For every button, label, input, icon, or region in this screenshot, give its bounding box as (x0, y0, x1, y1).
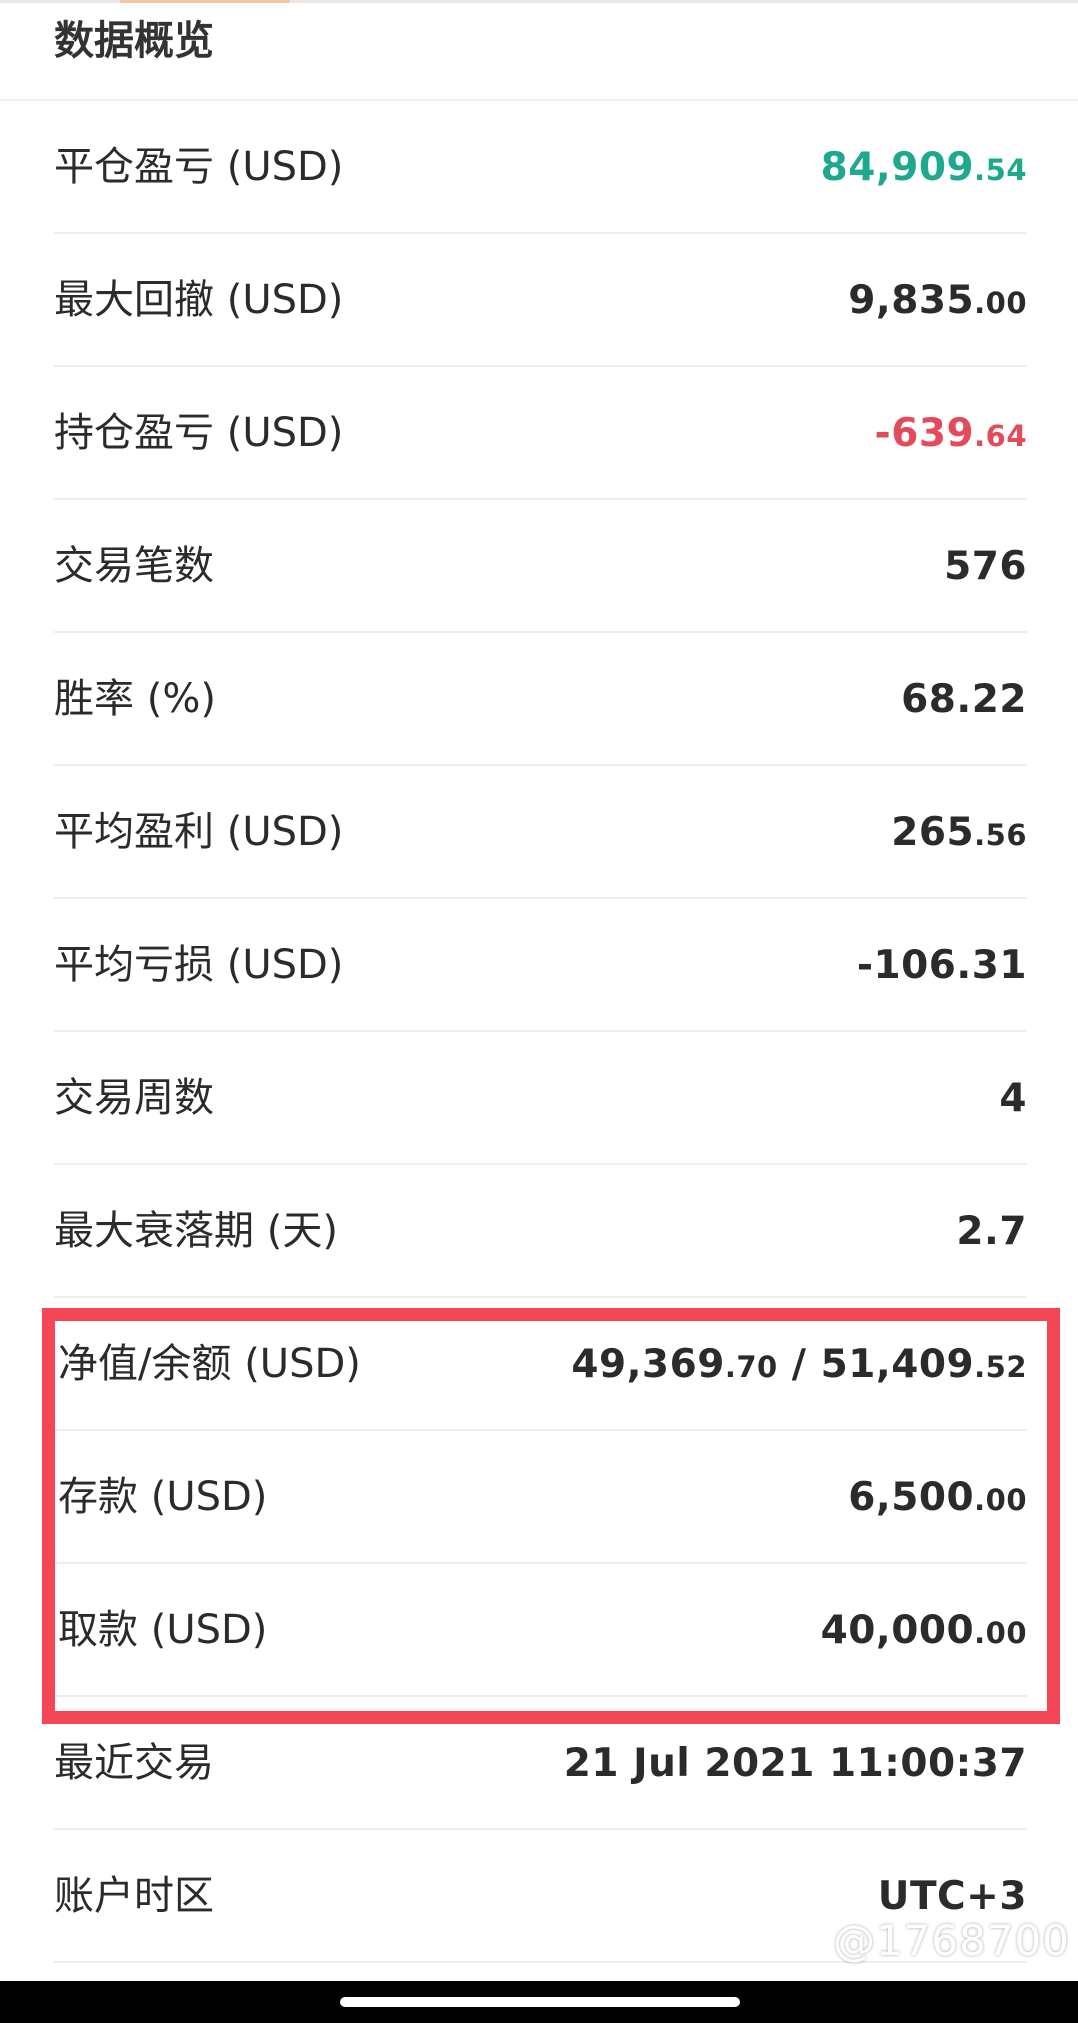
trade-weeks-value: 4 (999, 1076, 1027, 1121)
win-rate-value: 68.22 (901, 677, 1027, 722)
max-drawdown-label: 最大回撤 (USD) (54, 277, 344, 323)
withdrawal-value: 40,000.00 (820, 1608, 1027, 1653)
system-navigation-bar (0, 1981, 1078, 2023)
max-decline-period-value: 2.7 (956, 1209, 1027, 1254)
equity-balance-value: 49,369.70 / 51,409.52 (571, 1342, 1027, 1387)
row-avg-profit: 平均盈利 (USD) 265.56 (54, 766, 1027, 899)
closed-pnl-value: 84,909.54 (820, 145, 1027, 190)
row-trade-count: 交易笔数 576 (54, 500, 1027, 633)
row-max-decline-period: 最大衰落期 (天) 2.7 (54, 1165, 1027, 1298)
row-equity-balance: 净值/余额 (USD) 49,369.70 / 51,409.52 (54, 1298, 1027, 1431)
open-pnl-label: 持仓盈亏 (USD) (54, 410, 344, 456)
row-open-pnl: 持仓盈亏 (USD) -639.64 (54, 367, 1027, 500)
row-max-drawdown: 最大回撤 (USD) 9,835.00 (54, 234, 1027, 367)
deposit-label: 存款 (USD) (58, 1474, 268, 1520)
withdrawal-label: 取款 (USD) (58, 1607, 268, 1653)
last-trade-label: 最近交易 (54, 1740, 214, 1786)
account-timezone-label: 账户时区 (54, 1873, 214, 1919)
section-title: 数据概览 (54, 18, 214, 64)
row-trade-weeks: 交易周数 4 (54, 1032, 1027, 1165)
win-rate-label: 胜率 (%) (54, 676, 216, 722)
last-trade-value: 21 Jul 2021 11:00:37 (563, 1741, 1027, 1786)
trade-count-value: 576 (944, 544, 1027, 589)
max-decline-period-label: 最大衰落期 (天) (54, 1208, 338, 1254)
avg-loss-value: -106.31 (856, 943, 1027, 988)
avg-loss-label: 平均亏损 (USD) (54, 942, 344, 988)
deposit-value: 6,500.00 (848, 1475, 1027, 1520)
row-closed-pnl: 平仓盈亏 (USD) 84,909.54 (54, 101, 1027, 234)
avg-profit-value: 265.56 (891, 810, 1027, 855)
row-withdrawal: 取款 (USD) 40,000.00 (54, 1564, 1027, 1697)
row-win-rate: 胜率 (%) 68.22 (54, 633, 1027, 766)
home-indicator[interactable] (340, 1997, 740, 2007)
section-header: 数据概览 (0, 0, 1078, 101)
equity-balance-label: 净值/余额 (USD) (58, 1341, 361, 1387)
max-drawdown-value: 9,835.00 (848, 278, 1027, 323)
open-pnl-value: -639.64 (874, 411, 1027, 456)
trade-count-label: 交易笔数 (54, 543, 214, 589)
watermark: @1768700 (832, 1916, 1070, 1965)
row-last-trade: 最近交易 21 Jul 2021 11:00:37 (54, 1697, 1027, 1830)
closed-pnl-label: 平仓盈亏 (USD) (54, 144, 344, 190)
row-avg-loss: 平均亏损 (USD) -106.31 (54, 899, 1027, 1032)
row-deposit: 存款 (USD) 6,500.00 (54, 1431, 1027, 1564)
avg-profit-label: 平均盈利 (USD) (54, 809, 344, 855)
trade-weeks-label: 交易周数 (54, 1075, 214, 1121)
